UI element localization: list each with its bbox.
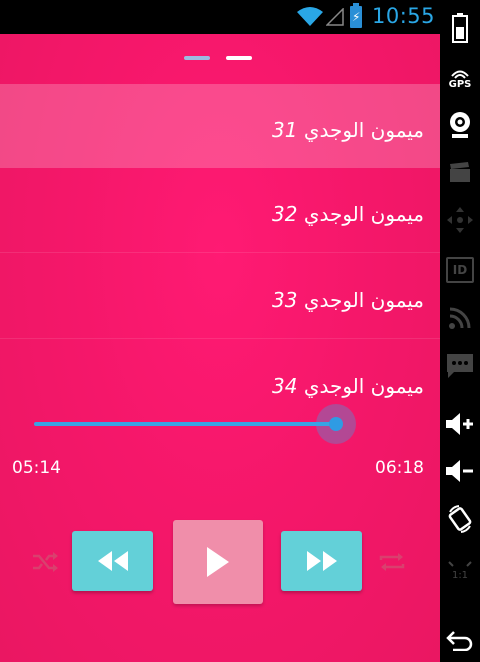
battery-widget[interactable] [440, 10, 480, 46]
track-number: 31 [272, 118, 298, 142]
track-number: 33 [272, 288, 298, 312]
track-title: ميمون الوجدي 33 [272, 288, 424, 312]
aspect-ratio-label: 1:1 [451, 569, 469, 581]
clapperboard-icon [450, 162, 470, 182]
id-label: ID [452, 263, 468, 277]
track-name: ميمون الوجدي [303, 288, 424, 312]
track-number: 32 [272, 202, 298, 226]
rss-icon [449, 307, 471, 329]
repeat-button[interactable] [377, 548, 407, 576]
shuffle-button[interactable] [30, 548, 60, 576]
gps-signal-icon [451, 70, 469, 79]
back-arrow-icon [446, 631, 473, 651]
dpad-icon [447, 207, 473, 233]
message-icon [447, 354, 473, 378]
play-icon [207, 547, 229, 577]
dpad-widget[interactable] [440, 202, 480, 238]
shuffle-icon [33, 552, 58, 572]
volume-down-button[interactable] [440, 455, 480, 487]
seek-bar[interactable] [34, 422, 336, 426]
track-item[interactable]: ميمون الوجدي 31 [0, 84, 440, 168]
volume-down-icon [446, 460, 473, 482]
previous-button[interactable] [72, 531, 153, 591]
status-time: 10:55 [372, 4, 436, 28]
track-title: ميمون الوجدي 32 [272, 202, 424, 226]
track-title: ميمون الوجدي 34 [272, 374, 424, 398]
system-sidebar: GPS ID 1:1 [440, 0, 480, 662]
repeat-icon [379, 553, 405, 571]
next-button[interactable] [281, 531, 362, 591]
volume-up-icon [446, 413, 473, 435]
track-title: ميمون الوجدي 31 [272, 118, 424, 142]
total-time: 06:18 [375, 458, 424, 478]
id-card-icon: ID [446, 257, 474, 283]
wifi-icon [297, 7, 323, 26]
page-indicator [184, 56, 254, 62]
rotate-button[interactable] [440, 502, 480, 536]
aspect-ratio-icon [448, 560, 472, 567]
battery-icon: ⚡ [350, 3, 362, 28]
status-bar: ⚡ 10:55 [0, 0, 440, 34]
track-item[interactable]: ميمون الوجدي 32 [0, 168, 440, 252]
track-item[interactable]: ميمون الوجدي 33 [0, 254, 440, 338]
seek-thumb[interactable] [329, 417, 343, 431]
rewind-icon [97, 551, 128, 571]
webcam-icon [450, 112, 470, 138]
gps-label: GPS [448, 78, 472, 90]
track-number: 34 [272, 374, 298, 398]
back-button[interactable] [440, 624, 480, 656]
camera-widget[interactable] [440, 108, 480, 142]
track-name: ميمون الوجدي [303, 118, 424, 142]
divider [0, 338, 440, 339]
signal-icon [326, 8, 344, 26]
battery-full-icon [452, 13, 468, 43]
sms-widget[interactable] [440, 350, 480, 382]
page-dot-1[interactable] [184, 56, 210, 60]
play-button[interactable] [173, 520, 263, 604]
video-widget[interactable] [440, 156, 480, 188]
current-time: 05:14 [12, 458, 61, 478]
divider [0, 252, 440, 253]
track-name: ميمون الوجدي [303, 202, 424, 226]
aspect-ratio-widget[interactable]: 1:1 [440, 550, 480, 590]
rotate-screen-icon [448, 505, 472, 533]
player-screen: ميمون الوجدي 31 ميمون الوجدي 32 ميمون ال… [0, 34, 440, 662]
track-item[interactable]: ميمون الوجدي 34 [0, 340, 440, 424]
rss-widget[interactable] [440, 302, 480, 334]
volume-up-button[interactable] [440, 408, 480, 440]
fast-forward-icon [306, 551, 337, 571]
page-dot-2[interactable] [226, 56, 252, 60]
id-widget[interactable]: ID [440, 255, 480, 285]
track-name: ميمون الوجدي [303, 374, 424, 398]
gps-widget[interactable]: GPS [440, 64, 480, 94]
